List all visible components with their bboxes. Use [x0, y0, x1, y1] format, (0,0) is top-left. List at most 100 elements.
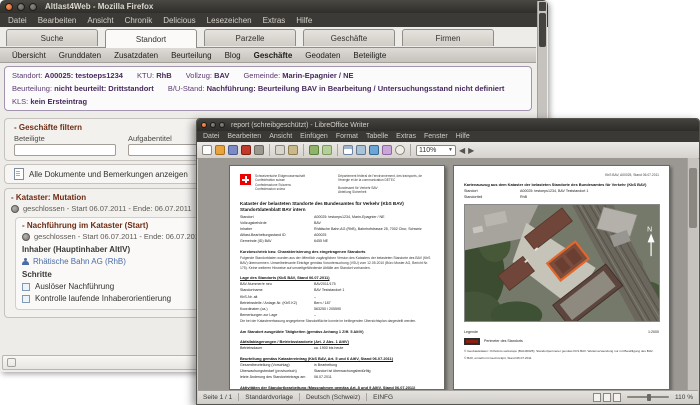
swiss-cross-logo — [240, 174, 251, 185]
minimize-icon[interactable] — [17, 2, 25, 11]
fields-betrieb: Betriebsdauer ca. 1900 bis heute — [240, 346, 344, 351]
menu-hilfe[interactable]: Hilfe — [296, 16, 312, 25]
menu-extras[interactable]: Extras — [396, 133, 416, 140]
subtab-zusatzdaten[interactable]: Zusatzdaten — [114, 51, 158, 60]
subtab-beteiligte[interactable]: Beteiligte — [353, 51, 386, 60]
subtab-uebersicht[interactable]: Übersicht — [12, 51, 46, 60]
view-layout-icons[interactable] — [593, 392, 622, 402]
menu-ansicht[interactable]: Ansicht — [269, 133, 292, 140]
section-beurteilung: Beurteilung gemäss Katastereintrag (KbS … — [240, 356, 394, 362]
navigator-icon[interactable] — [369, 145, 379, 155]
inhaber-link[interactable]: Rhätische Bahn AG (RhB) — [33, 257, 126, 266]
zoom-slider[interactable] — [627, 393, 670, 401]
document-page-2: KbS BAV, A00025, Stand 06.07.2011 Karten… — [453, 165, 670, 390]
menu-datei[interactable]: Datei — [203, 133, 219, 140]
document-icon — [14, 168, 24, 180]
menu-ansicht[interactable]: Ansicht — [87, 16, 113, 25]
subtab-geschaefte[interactable]: Geschäfte — [254, 51, 293, 60]
menu-bearbeiten[interactable]: Bearbeiten — [227, 133, 261, 140]
subtab-grunddaten[interactable]: Grunddaten — [59, 51, 101, 60]
menu-datei[interactable]: Datei — [8, 16, 27, 25]
insert-table-icon[interactable] — [343, 145, 353, 155]
toolbar-separator — [303, 144, 304, 156]
task-icon — [22, 282, 30, 291]
save-icon[interactable] — [228, 145, 238, 155]
close-icon[interactable] — [201, 122, 207, 128]
fields-lage: BAV-Nummer/e neu BAV2011/175 Standortname… — [240, 282, 345, 317]
next-page-icon[interactable]: ▶ — [468, 146, 474, 155]
window-title: report (schreibgeschützt) - LibreOffice … — [231, 121, 369, 129]
map-title: Kartenauszug aus dem Kataster der belast… — [464, 182, 647, 187]
menu-extras[interactable]: Extras — [263, 16, 286, 25]
writer-scrollbar[interactable] — [687, 158, 698, 391]
copy-icon[interactable] — [275, 145, 285, 155]
menu-lesezeichen[interactable]: Lesezeichen — [207, 16, 252, 25]
menu-bearbeiten[interactable]: Bearbeiten — [38, 16, 77, 25]
zoom-combo[interactable]: 110% ▼ — [416, 144, 456, 156]
previous-page-icon[interactable]: ◀ — [459, 146, 465, 155]
writer-statusbar: Seite 1 / 1 Standardvorlage Deutsch (Sch… — [198, 390, 698, 403]
firefox-titlebar[interactable]: Altlast4Web - Mozilla Firefox — [0, 0, 548, 13]
minimize-icon[interactable] — [210, 122, 216, 128]
writer-titlebar[interactable]: report (schreibgeschützt) - LibreOffice … — [197, 119, 699, 131]
statusbar-grip — [7, 358, 16, 367]
gallery-icon[interactable] — [382, 145, 392, 155]
writer-toolbar: 110% ▼ ◀ ▶ — [197, 142, 699, 159]
scroll-up-icon[interactable] — [539, 2, 546, 11]
tab-parzelle[interactable]: Parzelle — [204, 29, 296, 46]
menu-fenster[interactable]: Fenster — [424, 133, 448, 140]
tab-standort[interactable]: Standort — [105, 29, 197, 48]
subtab-beurteilung[interactable]: Beurteilung — [171, 51, 211, 60]
map-source-text: © Geobasisdaten: Orthofoto swisstopo (BA… — [464, 348, 654, 353]
menu-einfuegen[interactable]: Einfügen — [300, 133, 328, 140]
tab-firmen[interactable]: Firmen — [402, 29, 494, 46]
scrollbar-thumb[interactable] — [539, 13, 546, 47]
zoom-percentage: 110 % — [675, 393, 693, 401]
maximize-icon[interactable] — [219, 122, 225, 128]
menu-hilfe[interactable]: Hilfe — [456, 133, 470, 140]
writer-window: report (schreibgeschützt) - LibreOffice … — [196, 118, 700, 405]
department-lines: Département fédéral de l'environnement, … — [338, 174, 423, 194]
scrollbar-thumb[interactable] — [689, 168, 697, 228]
toolbar-separator — [410, 144, 411, 156]
maximize-icon[interactable] — [29, 2, 37, 11]
aerial-photo: N — [454, 203, 667, 335]
subtab-geodaten[interactable]: Geodaten — [305, 51, 340, 60]
section-lage: Lage des Standorts (KbS BAV, Stand 06.07… — [240, 275, 330, 281]
find-icon[interactable] — [395, 145, 405, 155]
insert-image-icon[interactable] — [356, 145, 366, 155]
map-fields: Standort A00025: testoeps1234, BAV Testst… — [464, 189, 589, 200]
standort-info-box: Standort: A00025: testoeps1234 KTU: RhB … — [4, 66, 532, 111]
close-icon[interactable] — [5, 2, 13, 11]
menu-chronik[interactable]: Chronik — [125, 16, 153, 25]
pdf-export-icon[interactable] — [241, 145, 251, 155]
toolbar-separator — [269, 144, 270, 156]
language-indicator[interactable]: Deutsch (Schweiz) — [306, 394, 360, 401]
beteiligte-input[interactable] — [14, 144, 116, 156]
menu-delicious[interactable]: Delicious — [163, 16, 195, 25]
new-document-icon[interactable] — [202, 145, 212, 155]
section-ablagerungen: Abfallablagerungen / Betriebsstandorte (… — [240, 339, 349, 345]
open-icon[interactable] — [215, 145, 225, 155]
redo-icon[interactable] — [322, 145, 332, 155]
fields-standort: Standort A00025: testoeps1234, Marin-Epag… — [240, 215, 422, 244]
legend-label: Legende — [464, 329, 478, 334]
toolbar-separator — [337, 144, 338, 156]
print-icon[interactable] — [254, 145, 264, 155]
info-line-3: KLS: kein Ersteintrag — [12, 97, 88, 106]
insert-mode[interactable]: EINFG — [373, 394, 393, 401]
undo-icon[interactable] — [309, 145, 319, 155]
paste-icon[interactable] — [288, 145, 298, 155]
menu-format[interactable]: Format — [336, 133, 358, 140]
kurzbeschrieb-text: Folgende Standortdaten wurden aus der öf… — [240, 256, 431, 270]
legend-row: Legende 1:2000 — [464, 330, 659, 334]
tab-suche[interactable]: Suche — [6, 29, 98, 46]
menu-tabelle[interactable]: Tabelle — [366, 133, 388, 140]
page-style[interactable]: Standardvorlage — [245, 394, 293, 401]
section-kurzbeschrieb: Kurzbeschrieb bzw. Charakterisierung des… — [240, 249, 366, 255]
tab-geschaefte[interactable]: Geschäfte — [303, 29, 395, 46]
all-documents-link[interactable]: Alle Dokumente und Bemerkungen anzeigen — [29, 170, 188, 179]
main-tabs: Suche Standort Parzelle Geschäfte Firmen — [6, 29, 494, 48]
subtab-blog[interactable]: Blog — [225, 51, 241, 60]
confederation-lines: Schweizerische Eidgenossenschaft Confédé… — [255, 174, 305, 191]
